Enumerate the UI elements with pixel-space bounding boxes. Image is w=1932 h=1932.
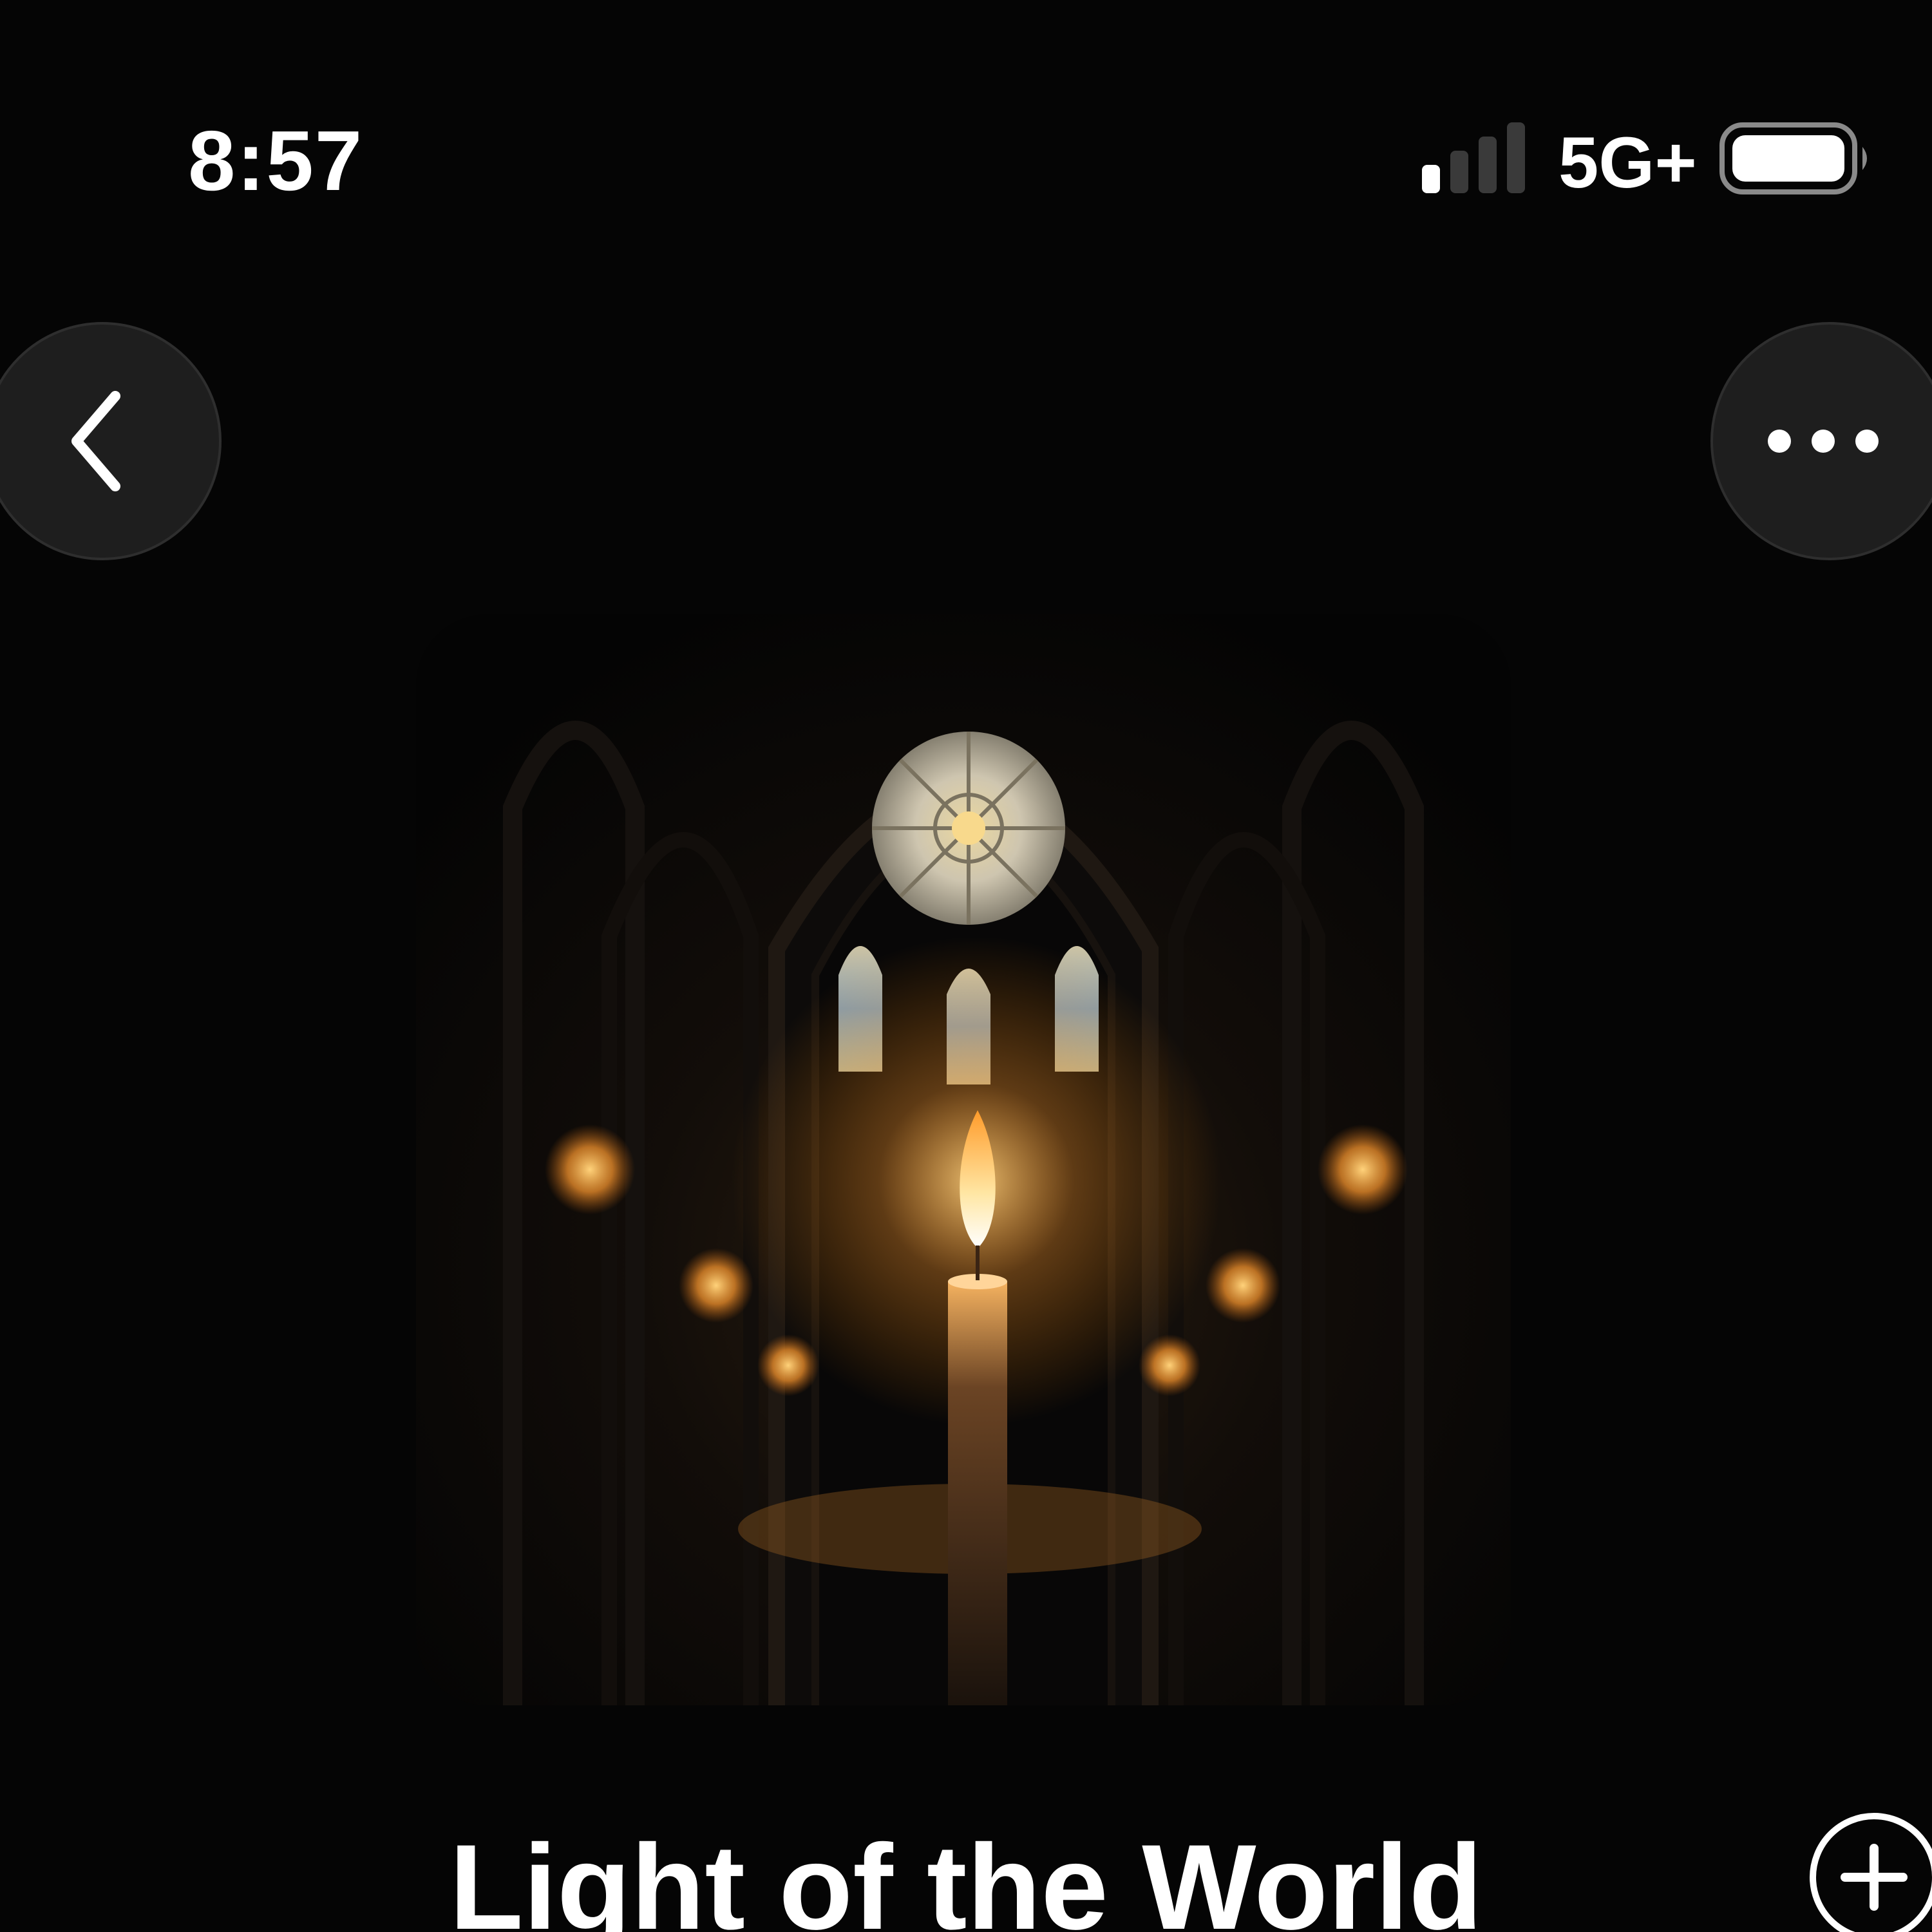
add-to-library-button[interactable] — [1810, 1813, 1932, 1932]
album-artwork-image — [416, 614, 1511, 1705]
chevron-left-icon — [71, 391, 120, 491]
more-options-button[interactable] — [1710, 322, 1932, 560]
battery-icon — [1719, 122, 1867, 194]
plus-circle-icon — [1841, 1844, 1908, 1911]
ellipsis-icon — [1768, 430, 1879, 453]
status-bar: 8:57 5G+ — [0, 0, 1932, 232]
now-playing-screen: 8:57 5G+ Light of the World — [0, 0, 1932, 1932]
album-artwork — [416, 614, 1511, 1705]
status-time: 8:57 — [188, 113, 364, 208]
signal-bars-icon — [1422, 122, 1525, 193]
track-title: Light of the World — [449, 1819, 1483, 1932]
network-label: 5G+ — [1558, 122, 1697, 203]
back-button[interactable] — [0, 322, 222, 560]
